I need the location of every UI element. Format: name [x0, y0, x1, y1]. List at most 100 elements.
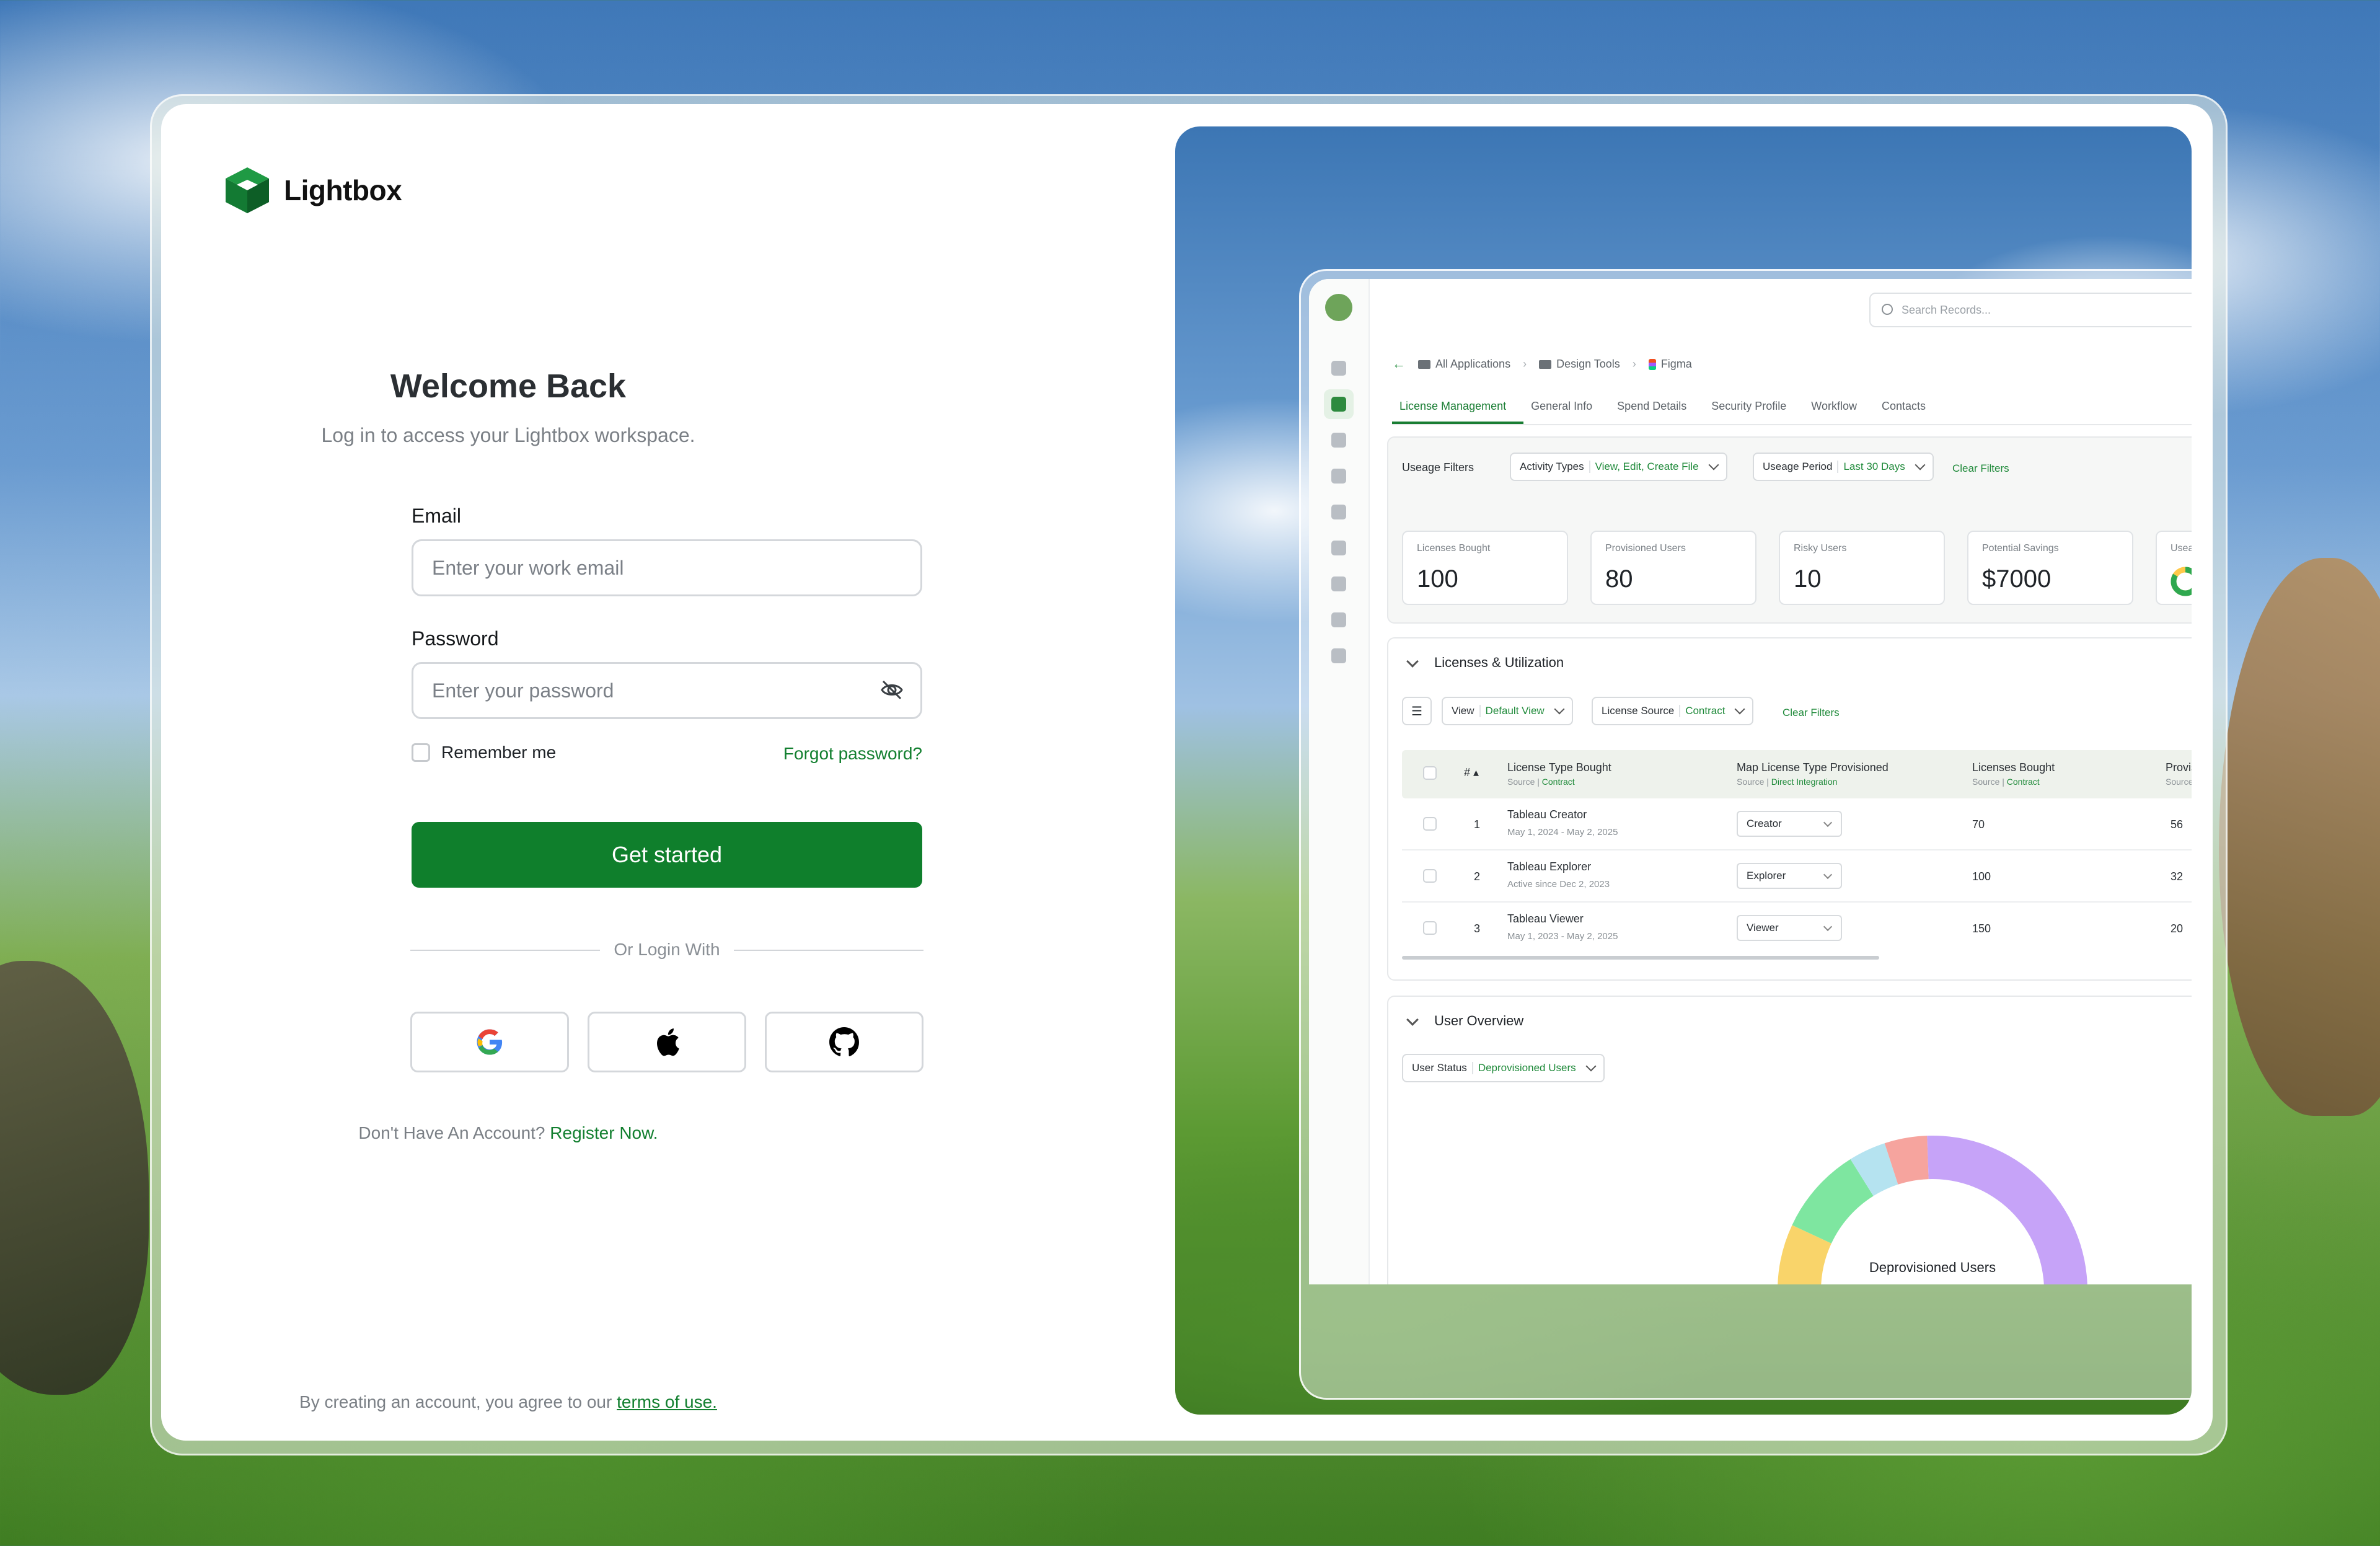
- horizontal-scrollbar[interactable]: [1402, 956, 1879, 960]
- breadcrumb-item[interactable]: All Applications: [1418, 358, 1510, 371]
- back-arrow-icon[interactable]: ←: [1392, 356, 1406, 372]
- filter-button[interactable]: ☰: [1402, 697, 1432, 725]
- tab-bar: License Management General Info Spend De…: [1392, 395, 2192, 425]
- tab-general-info[interactable]: General Info: [1523, 395, 1610, 424]
- column-header[interactable]: Map License Type Provisioned Source | Dir…: [1737, 761, 1889, 787]
- license-type-select[interactable]: Creator: [1737, 811, 1842, 837]
- stat-card: Useage: [2156, 531, 2192, 605]
- licenses-panel: Licenses & Utilization ☰ View Default Vi…: [1387, 637, 2192, 981]
- app-logo-icon: [1325, 294, 1352, 321]
- figma-icon: [1648, 358, 1656, 370]
- home-icon[interactable]: [1331, 361, 1346, 376]
- chevron-down-icon[interactable]: [1406, 655, 1419, 668]
- clear-filters-link[interactable]: Clear Filters: [1952, 462, 2009, 475]
- folder-icon: [1418, 360, 1430, 369]
- folder-icon[interactable]: [1331, 433, 1346, 448]
- stat-card: Provisioned Users 80: [1590, 531, 1756, 605]
- remember-checkbox[interactable]: [412, 743, 430, 762]
- user-overview-panel: User Overview User Status Deprovisioned …: [1387, 996, 2192, 1284]
- search-input[interactable]: Search Records...: [1869, 293, 2192, 327]
- github-icon: [829, 1027, 859, 1056]
- breadcrumb: ← All Applications › Design Tools › Figm…: [1392, 356, 1692, 372]
- forgot-password-link[interactable]: Forgot password?: [769, 744, 922, 764]
- breadcrumb-item[interactable]: Figma: [1648, 358, 1692, 371]
- select-all-checkbox[interactable]: [1423, 766, 1437, 780]
- chevron-down-icon: [1734, 704, 1745, 715]
- row-checkbox[interactable]: [1423, 869, 1437, 883]
- brand-logo: Lightbox: [224, 166, 402, 214]
- column-header[interactable]: License Type Bought Source | Contract: [1507, 761, 1611, 787]
- chart-icon[interactable]: [1331, 469, 1346, 484]
- donut-label: Deprovisioned Users: [1869, 1260, 1996, 1275]
- table-row[interactable]: 2 Tableau Explorer Active since Dec 2, 2…: [1402, 850, 2192, 903]
- column-header[interactable]: ProvisiSource: [2166, 761, 2192, 787]
- usage-ring-icon: [2171, 567, 2192, 596]
- breadcrumb-separator: ›: [1632, 357, 1636, 370]
- terms-link[interactable]: terms of use.: [617, 1392, 717, 1411]
- breadcrumb-item[interactable]: Design Tools: [1539, 358, 1620, 371]
- sidebar-rail: [1309, 279, 1370, 1284]
- search-placeholder: Search Records...: [1902, 303, 1991, 316]
- activity-types-filter[interactable]: Activity Types View, Edit, Create File: [1510, 453, 1727, 481]
- tab-spend-details[interactable]: Spend Details: [1610, 395, 1704, 424]
- tab-contacts[interactable]: Contacts: [1874, 395, 1943, 424]
- view-select[interactable]: View Default View: [1442, 697, 1573, 725]
- row-checkbox[interactable]: [1423, 817, 1437, 831]
- column-header[interactable]: # ▴: [1464, 766, 1479, 779]
- register-link[interactable]: Register Now.: [550, 1123, 658, 1142]
- remember-me[interactable]: Remember me: [412, 743, 556, 762]
- license-type-select[interactable]: Viewer: [1737, 915, 1842, 941]
- github-login-button[interactable]: [765, 1012, 923, 1072]
- page-title: Welcome Back: [390, 368, 627, 405]
- licenses-table: # ▴ License Type Bought Source | Contract…: [1402, 750, 2192, 953]
- password-field[interactable]: [412, 662, 922, 719]
- row-checkbox[interactable]: [1423, 921, 1437, 935]
- document-icon[interactable]: [1331, 648, 1346, 663]
- chevron-down-icon: [1708, 459, 1719, 470]
- license-type-select[interactable]: Explorer: [1737, 863, 1842, 889]
- breadcrumb-separator: ›: [1523, 357, 1527, 370]
- eye-off-icon[interactable]: [879, 677, 905, 703]
- usage-period-filter[interactable]: Useage Period Last 30 Days: [1753, 453, 1934, 481]
- tab-security-profile[interactable]: Security Profile: [1704, 395, 1804, 424]
- stat-card: Potential Savings $7000: [1967, 531, 2133, 605]
- background-rock: [0, 961, 149, 1395]
- email-field[interactable]: [412, 539, 922, 596]
- layers-icon[interactable]: [1331, 505, 1346, 519]
- license-source-filter[interactable]: License Source Contract: [1592, 697, 1754, 725]
- integrations-icon[interactable]: [1331, 576, 1346, 591]
- grid-icon[interactable]: [1331, 397, 1346, 412]
- user-status-donut-chart: Deprovisioned Users 43: [1778, 1136, 2087, 1284]
- divider-text: Or Login With: [614, 940, 720, 959]
- tab-license-management[interactable]: License Management: [1392, 395, 1524, 424]
- page-subtitle: Log in to access your Lightbox workspace…: [321, 424, 695, 446]
- google-login-button[interactable]: [410, 1012, 569, 1072]
- background-rock: [2219, 558, 2380, 1116]
- terms-text: By creating an account, you agree to our: [299, 1392, 612, 1411]
- tab-workflow[interactable]: Workflow: [1804, 395, 1874, 424]
- remember-label: Remember me: [441, 743, 557, 762]
- terms-notice: By creating an account, you agree to our…: [161, 1392, 855, 1412]
- section-title: User Overview: [1434, 1013, 1524, 1028]
- chevron-down-icon[interactable]: [1406, 1014, 1419, 1026]
- table-header: # ▴ License Type Bought Source | Contract…: [1402, 750, 2192, 798]
- cube-logo-icon: [226, 167, 269, 213]
- stat-card: Licenses Bought 100: [1402, 531, 1568, 605]
- table-row[interactable]: 3 Tableau Viewer May 1, 2023 - May 2, 20…: [1402, 903, 2192, 953]
- chevron-down-icon: [1915, 459, 1926, 470]
- login-card: Lightbox Welcome Back Log in to access y…: [161, 104, 2213, 1441]
- dashboard-preview: Search Records... ← All Applications › D…: [1309, 279, 2192, 1284]
- column-header[interactable]: Licenses Bought Source | Contract: [1972, 761, 2055, 787]
- donut-value: 43: [1921, 1282, 1944, 1284]
- user-status-filter[interactable]: User Status Deprovisioned Users: [1402, 1054, 1605, 1082]
- signup-text: Don't Have An Account?: [358, 1123, 545, 1142]
- table-row[interactable]: 1 Tableau Creator May 1, 2024 - May 2, 2…: [1402, 798, 2192, 850]
- users-icon[interactable]: [1331, 612, 1346, 627]
- get-started-button[interactable]: Get started: [412, 822, 922, 888]
- filter-icon: ☰: [1411, 704, 1422, 718]
- stat-card: Risky Users 10: [1779, 531, 1945, 605]
- apple-login-button[interactable]: [588, 1012, 746, 1072]
- clear-filters-link[interactable]: Clear Filters: [1783, 707, 1840, 719]
- apple-icon: [657, 1028, 679, 1056]
- card-icon[interactable]: [1331, 541, 1346, 555]
